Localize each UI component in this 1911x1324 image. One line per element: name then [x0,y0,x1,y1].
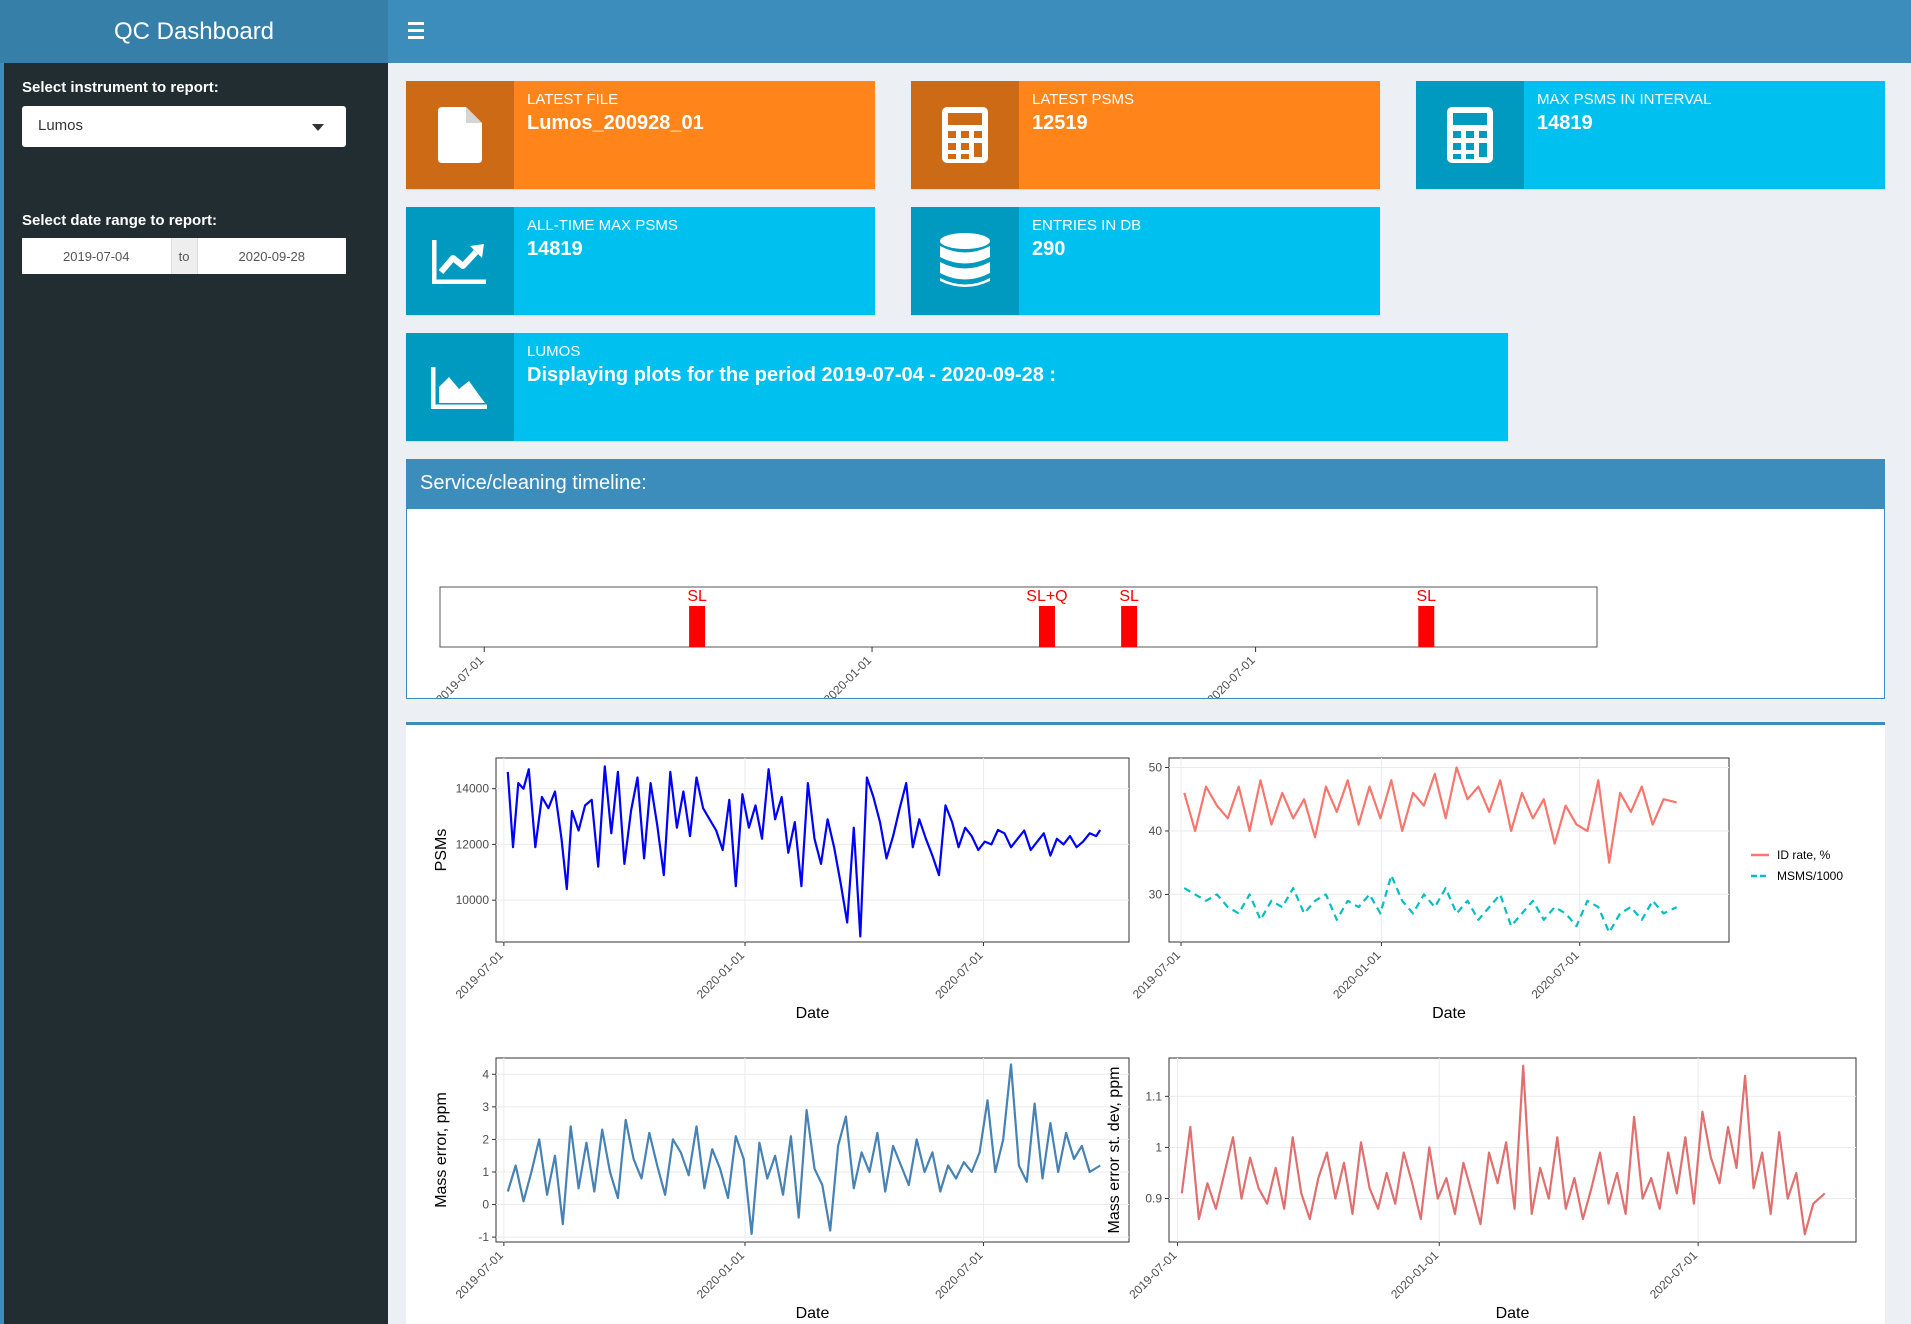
info-box-latest-file: LATEST FILE Lumos_200928_01 [406,81,875,189]
y-tick-label: 30 [1149,887,1163,901]
info-box-latest-psms: LATEST PSMS 12519 [911,81,1380,189]
plot-frame [495,757,1130,943]
y-tick-label: 12000 [456,837,490,851]
date-range-separator: to [170,238,198,274]
y-tick-label: 0.9 [1145,1192,1162,1206]
app-root: QC Dashboard Select instrument to report… [0,0,1911,1324]
caret-down-icon [312,124,324,131]
y-tick-label: 3 [482,1100,489,1114]
timeline-x-tick-label: 2020-07-01 [1204,653,1258,698]
period-instrument-label: LUMOS [527,343,581,360]
y-tick-label: 40 [1149,824,1163,838]
y-tick-label: 1 [482,1165,489,1179]
chart-line-icon [406,207,514,315]
date-range-label: Select date range to report: [22,212,218,229]
y-tick-label: 14000 [456,782,490,796]
timeline-x-tick-label: 2020-01-01 [821,653,875,698]
plots-area: 10000 12000 14000 2019-07-01 2020-01-01 2020-… [433,757,1857,1322]
y-axis-title: Mass error st. dev, ppm [1106,1067,1123,1234]
top-navbar [388,0,1911,63]
date-end-input[interactable]: 2020-09-28 [198,238,347,274]
x-tick-label: 2019-07-01 [1130,948,1184,1002]
info-box-alltime-max-psms: ALL-TIME MAX PSMS 14819 [406,207,875,315]
max-psms-interval-label: MAX PSMS IN INTERVAL [1537,91,1712,108]
y-tick-label: -1 [478,1230,489,1244]
x-axis-title: Date [1496,1305,1530,1322]
timeline-event-bar [1121,606,1138,647]
x-axis-title: Date [796,1305,830,1322]
instrument-label: Select instrument to report: [22,79,219,96]
instrument-select[interactable]: Lumos [22,106,346,147]
plots-panel: 10000 12000 14000 2019-07-01 2020-01-01 2020-… [406,722,1885,1324]
plot-frame [1168,1057,1857,1243]
date-start-input[interactable]: 2019-07-04 [22,238,171,274]
timeline-chart: SL SL+Q SL SL 2019-07-01 2020-01-01 2020-07-01 [433,586,1598,707]
legend-label: ID rate, % [1777,848,1831,862]
x-axis-title: Date [796,1005,830,1022]
timeline-x-tick-label: 2019-07-01 [433,653,487,698]
period-text: Displaying plots for the period 2019-07-… [527,364,1057,386]
y-tick-label: 50 [1149,761,1163,775]
line-chart-1: 10000 12000 14000 2019-07-01 2020-01-01 2020-… [433,757,1130,1022]
timeline-event-bar [689,606,706,647]
file-icon [406,81,514,189]
x-axis-title: Date [1432,1005,1466,1022]
alltime-max-label: ALL-TIME MAX PSMS [527,217,678,234]
x-tick-label: 2019-07-01 [1126,1248,1180,1302]
calculator-icon [1416,81,1524,189]
y-tick-label: 0 [482,1198,489,1212]
x-tick-label: 2020-07-01 [932,1248,986,1302]
database-icon [911,207,1019,315]
y-tick-label: 4 [482,1067,489,1081]
y-axis-title: PSMs [433,829,450,872]
entries-db-value: 290 [1032,238,1066,260]
legend-label: MSMS/1000 [1777,869,1843,883]
latest-psms-label: LATEST PSMS [1032,91,1134,108]
timeline-panel: Service/cleaning timeline: SL SL+Q SL SL 201… [406,459,1885,707]
info-box-entries-db: ENTRIES IN DB 290 [911,207,1380,315]
sidebar: Select instrument to report: Lumos Selec… [0,63,388,1324]
x-tick-label: 2020-07-01 [1529,948,1583,1002]
x-tick-label: 2020-01-01 [1330,948,1384,1002]
alltime-max-value: 14819 [527,238,583,260]
max-psms-interval-value: 14819 [1537,112,1593,134]
timeline-event-bar [1038,606,1055,647]
x-tick-label: 2019-07-01 [453,1248,507,1302]
x-tick-label: 2020-07-01 [932,948,986,1002]
line-chart-2: 30 40 50 2019-07-01 2020-01-01 2020-07-01 Date… [1130,757,1843,1022]
latest-psms-value: 12519 [1032,112,1088,134]
info-box-period: LUMOS Displaying plots for the period 20… [406,333,1508,441]
app-logo-title: QC Dashboard [0,0,388,63]
x-tick-label: 2020-01-01 [1388,1248,1442,1302]
line-chart-4: 0.9 1 1.1 2019-07-01 2020-01-01 2020-07-01 Dat… [1106,1057,1857,1322]
latest-file-value: Lumos_200928_01 [527,112,704,134]
info-box-max-psms-interval: MAX PSMS IN INTERVAL 14819 [1416,81,1885,189]
calculator-icon [911,81,1019,189]
x-tick-label: 2020-01-01 [694,948,748,1002]
latest-file-label: LATEST FILE [527,91,619,108]
x-tick-label: 2019-07-01 [453,948,507,1002]
entries-db-label: ENTRIES IN DB [1032,217,1142,234]
y-tick-label: 10000 [456,893,490,907]
date-range-input: 2019-07-04 to 2020-09-28 [22,238,346,274]
line-chart-3: -1 0 1 2 3 4 2019-07-01 2020-01-01 2020-07-01 Dat… [433,1057,1130,1322]
sidebar-toggle-icon[interactable] [408,18,432,44]
instrument-select-value: Lumos [38,117,84,134]
x-tick-label: 2020-01-01 [694,1248,748,1302]
timeline-event-label: SL [1119,588,1139,605]
y-tick-label: 1 [1155,1140,1162,1154]
timeline-event-label: SL+Q [1026,588,1067,605]
y-tick-label: 1.1 [1145,1089,1162,1103]
x-tick-label: 2020-07-01 [1647,1248,1701,1302]
timeline-event-label: SL [687,588,707,605]
timeline-event-bar [1418,606,1435,647]
y-axis-title: Mass error, ppm [433,1092,450,1208]
chart-area-icon [406,333,514,441]
timeline-event-label: SL [1417,588,1437,605]
y-tick-label: 2 [482,1132,489,1146]
timeline-panel-title: Service/cleaning timeline: [407,460,1884,509]
